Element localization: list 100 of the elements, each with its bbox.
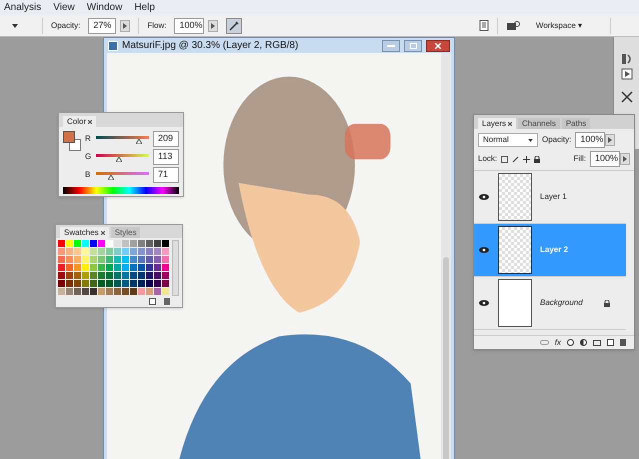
- color-swatch[interactable]: [162, 288, 170, 296]
- color-swatch[interactable]: [138, 248, 146, 256]
- minimize-button[interactable]: [382, 40, 400, 52]
- workspace-button[interactable]: Workspace ▾: [528, 20, 590, 32]
- color-swatch[interactable]: [146, 280, 154, 288]
- color-swatch[interactable]: [114, 248, 122, 256]
- color-swatch[interactable]: [58, 240, 66, 248]
- color-swatch[interactable]: [98, 272, 106, 280]
- color-swatch[interactable]: [114, 272, 122, 280]
- color-swatch[interactable]: [82, 272, 90, 280]
- panel-tab[interactable]: Channels: [518, 118, 560, 129]
- channel-value-field[interactable]: 209: [153, 131, 179, 147]
- layer-style-button[interactable]: fx: [554, 336, 561, 348]
- adjustment-icon[interactable]: [580, 339, 587, 346]
- color-swatch[interactable]: [82, 264, 90, 272]
- slider-toggle-button[interactable]: [620, 153, 630, 165]
- channel-value-field[interactable]: 113: [153, 149, 179, 165]
- scrollbar[interactable]: [172, 240, 179, 296]
- slider-toggle-button[interactable]: [120, 20, 130, 32]
- color-swatch[interactable]: [74, 248, 82, 256]
- color-swatch[interactable]: [154, 272, 162, 280]
- color-swatch[interactable]: [74, 256, 82, 264]
- close-button[interactable]: [426, 40, 450, 52]
- color-swatch[interactable]: [122, 240, 130, 248]
- color-swatch[interactable]: [130, 264, 138, 272]
- color-swatch[interactable]: [154, 264, 162, 272]
- color-swatch[interactable]: [146, 248, 154, 256]
- color-swatch[interactable]: [66, 256, 74, 264]
- color-swatch[interactable]: [82, 248, 90, 256]
- opacity-field[interactable]: 100%: [575, 132, 606, 148]
- color-swatch[interactable]: [114, 288, 122, 296]
- color-swatch[interactable]: [106, 280, 114, 288]
- opacity-field[interactable]: 27%: [88, 18, 116, 34]
- color-swatch[interactable]: [74, 272, 82, 280]
- panel-tab[interactable]: Color: [63, 116, 96, 127]
- layer-row[interactable]: Layer 1: [474, 171, 626, 224]
- color-swatch[interactable]: [82, 256, 90, 264]
- close-icon[interactable]: [100, 230, 105, 234]
- color-swatch[interactable]: [122, 288, 130, 296]
- color-swatches-icon[interactable]: [63, 131, 81, 151]
- color-swatch[interactable]: [98, 280, 106, 288]
- channel-slider[interactable]: [96, 134, 149, 144]
- channel-slider[interactable]: [96, 152, 149, 162]
- color-swatch[interactable]: [98, 288, 106, 296]
- color-swatch[interactable]: [122, 248, 130, 256]
- color-swatch[interactable]: [106, 288, 114, 296]
- color-swatch[interactable]: [114, 240, 122, 248]
- color-swatch[interactable]: [82, 240, 90, 248]
- color-swatch[interactable]: [98, 256, 106, 264]
- color-swatch[interactable]: [98, 264, 106, 272]
- color-swatch[interactable]: [162, 264, 170, 272]
- eye-icon[interactable]: [478, 246, 490, 254]
- color-swatch[interactable]: [90, 240, 98, 248]
- color-swatch[interactable]: [58, 256, 66, 264]
- color-swatch[interactable]: [122, 264, 130, 272]
- color-swatch[interactable]: [90, 272, 98, 280]
- slider-toggle-button[interactable]: [208, 20, 218, 32]
- color-swatch[interactable]: [74, 280, 82, 288]
- color-swatch[interactable]: [82, 280, 90, 288]
- color-swatch[interactable]: [154, 240, 162, 248]
- color-swatch[interactable]: [98, 240, 106, 248]
- panel-tab[interactable]: Swatches: [60, 227, 109, 238]
- panel-tab[interactable]: Paths: [562, 118, 590, 129]
- color-swatch[interactable]: [122, 272, 130, 280]
- panel-tab[interactable]: Styles: [110, 227, 140, 238]
- color-swatch[interactable]: [66, 240, 74, 248]
- color-swatch[interactable]: [90, 264, 98, 272]
- color-swatch[interactable]: [162, 256, 170, 264]
- color-swatch[interactable]: [162, 248, 170, 256]
- color-swatch[interactable]: [90, 248, 98, 256]
- color-swatch[interactable]: [90, 288, 98, 296]
- slider-toggle-button[interactable]: [605, 134, 616, 146]
- color-swatch[interactable]: [106, 248, 114, 256]
- color-swatch[interactable]: [138, 264, 146, 272]
- color-swatch[interactable]: [114, 280, 122, 288]
- move-icon[interactable]: [523, 156, 530, 162]
- color-swatch[interactable]: [58, 248, 66, 256]
- caret-icon[interactable]: [12, 24, 18, 28]
- color-swatch[interactable]: [146, 264, 154, 272]
- flow-field[interactable]: 100%: [174, 18, 204, 34]
- color-swatch[interactable]: [146, 288, 154, 296]
- color-swatch[interactable]: [154, 280, 162, 288]
- color-swatch[interactable]: [146, 272, 154, 280]
- menu-item[interactable]: Analysis: [4, 0, 42, 15]
- color-swatch[interactable]: [130, 288, 138, 296]
- color-swatch[interactable]: [114, 264, 122, 272]
- maximize-button[interactable]: [404, 40, 422, 52]
- color-swatch[interactable]: [114, 256, 122, 264]
- color-swatch[interactable]: [106, 240, 114, 248]
- blend-mode-dropdown[interactable]: Normal: [478, 133, 538, 147]
- color-swatch[interactable]: [130, 280, 138, 288]
- color-swatch[interactable]: [58, 288, 66, 296]
- color-swatch[interactable]: [90, 256, 98, 264]
- color-swatch[interactable]: [66, 288, 74, 296]
- color-spectrum[interactable]: [63, 187, 179, 194]
- color-swatch[interactable]: [122, 280, 130, 288]
- eye-icon[interactable]: [478, 299, 490, 307]
- color-swatch[interactable]: [66, 272, 74, 280]
- color-swatch[interactable]: [138, 240, 146, 248]
- color-swatch[interactable]: [74, 288, 82, 296]
